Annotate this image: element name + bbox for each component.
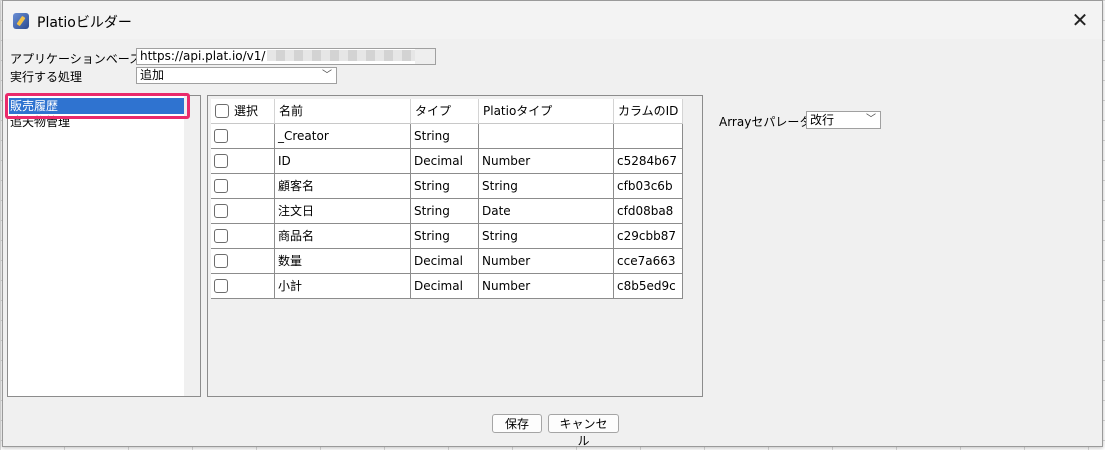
cell-column-id: cce7a663 xyxy=(614,249,683,274)
cell-name: _Creator xyxy=(275,124,411,149)
cell-name: ID xyxy=(275,149,411,174)
cell-platio-type: Date xyxy=(479,199,614,224)
builder-window: Platioビルダー ✕ アプリケーションベースURL https://api.… xyxy=(2,0,1103,448)
cell-platio-type: String xyxy=(479,174,614,199)
url-input[interactable]: https://api.plat.io/v1/ xyxy=(136,48,436,65)
separator-select[interactable]: 改行 ﹀ xyxy=(806,111,881,129)
cell-column-id: cfd08ba8 xyxy=(614,199,683,224)
action-select[interactable]: 追加 ﹀ xyxy=(136,67,337,84)
row-checkbox[interactable] xyxy=(214,179,228,193)
save-button[interactable]: 保存 xyxy=(492,414,542,433)
url-value: https://api.plat.io/v1/ xyxy=(140,49,266,63)
cell-platio-type: Number xyxy=(479,274,614,299)
chevron-down-icon: ﹀ xyxy=(866,114,876,125)
cell-type: String xyxy=(411,199,479,224)
header-name[interactable]: 名前 xyxy=(275,99,411,124)
cell-platio-type: Number xyxy=(479,249,614,274)
column-table-panel: 選択 名前 タイプ Platioタイプ カラムのID _Creator Strin… xyxy=(207,95,703,397)
cell-name: 商品名 xyxy=(275,224,411,249)
row-select-cell[interactable] xyxy=(211,199,275,224)
cell-type: Decimal xyxy=(411,149,479,174)
app-icon xyxy=(13,13,29,29)
header-select-label: 選択 xyxy=(234,104,259,118)
cell-name: 注文日 xyxy=(275,199,411,224)
row-select-cell[interactable] xyxy=(211,249,275,274)
cell-name: 数量 xyxy=(275,249,411,274)
header-select[interactable]: 選択 xyxy=(211,99,275,124)
list-scrollbar[interactable] xyxy=(184,96,200,396)
row-checkbox[interactable] xyxy=(214,254,228,268)
row-select-cell[interactable] xyxy=(211,149,275,174)
select-all-checkbox[interactable] xyxy=(215,104,229,118)
cancel-button[interactable]: キャンセル xyxy=(548,414,619,448)
cell-type: Decimal xyxy=(411,274,479,299)
header-platio-type[interactable]: Platioタイプ xyxy=(479,99,614,124)
title-bar: Platioビルダー ✕ xyxy=(3,1,1102,39)
cell-type: String xyxy=(411,174,479,199)
row-checkbox[interactable] xyxy=(214,229,228,243)
row-checkbox[interactable] xyxy=(214,129,228,143)
cell-platio-type: String xyxy=(479,224,614,249)
row-checkbox[interactable] xyxy=(214,204,228,218)
highlight-annotation xyxy=(5,93,190,119)
cell-platio-type xyxy=(479,124,614,149)
row-checkbox[interactable] xyxy=(214,154,228,168)
row-select-cell[interactable] xyxy=(211,174,275,199)
url-redacted xyxy=(267,50,435,61)
chevron-down-icon: ﹀ xyxy=(322,70,332,81)
separator-value: 改行 xyxy=(810,113,835,127)
close-icon: ✕ xyxy=(1071,8,1089,32)
row-select-cell[interactable] xyxy=(211,124,275,149)
cell-type: String xyxy=(411,224,479,249)
cell-column-id xyxy=(614,124,683,149)
row-checkbox[interactable] xyxy=(214,279,228,293)
cell-column-id: c5284b67 xyxy=(614,149,683,174)
cell-column-id: c8b5ed9c xyxy=(614,274,683,299)
row-select-cell[interactable] xyxy=(211,274,275,299)
row-select-cell[interactable] xyxy=(211,224,275,249)
cell-platio-type: Number xyxy=(479,149,614,174)
table-list[interactable]: 販売履歴 追天物管理 xyxy=(7,95,201,397)
header-column-id[interactable]: カラムのID xyxy=(614,99,683,124)
cell-column-id: cfb03c6b xyxy=(614,174,683,199)
action-label: 実行する処理 xyxy=(10,70,83,84)
cell-type: String xyxy=(411,124,479,149)
cell-name: 顧客名 xyxy=(275,174,411,199)
cell-type: Decimal xyxy=(411,249,479,274)
cell-column-id: c29cbb87 xyxy=(614,224,683,249)
cell-name: 小計 xyxy=(275,274,411,299)
close-button[interactable]: ✕ xyxy=(1068,9,1092,31)
action-value: 追加 xyxy=(140,68,165,82)
header-type[interactable]: タイプ xyxy=(411,99,479,124)
window-title: Platioビルダー xyxy=(37,15,132,31)
